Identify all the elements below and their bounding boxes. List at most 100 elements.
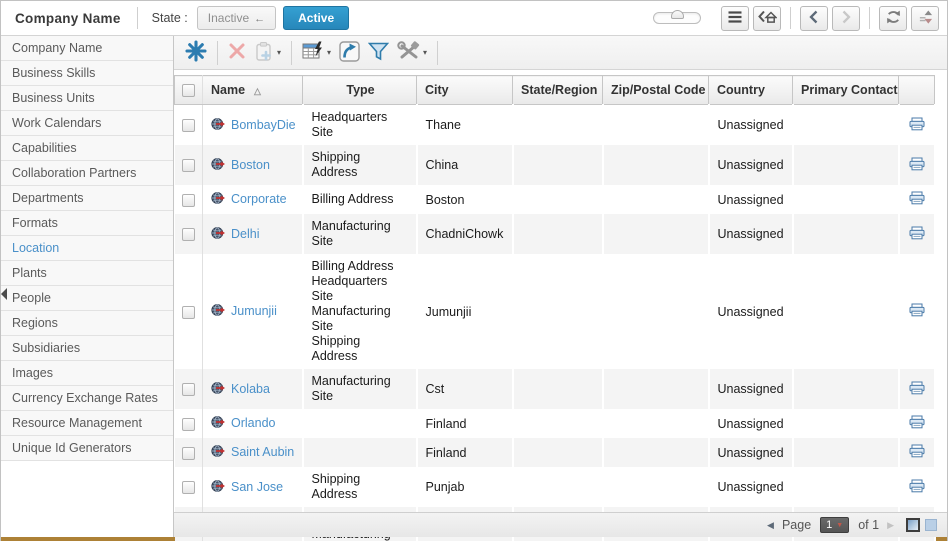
sidebar-item-business-skills[interactable]: Business Skills [1,61,173,86]
sidebar-item-currency-exchange-rates[interactable]: Currency Exchange Rates [1,386,173,411]
back-button[interactable] [800,6,828,31]
home-button[interactable] [753,6,781,31]
page-number-dropdown[interactable]: 1▼ [820,517,849,533]
sidebar-item-formats[interactable]: Formats [1,211,173,236]
print-icon[interactable] [909,194,925,208]
current-page-value: 1 [826,519,832,531]
location-name-link[interactable]: Orlando [231,416,275,430]
row-checkbox[interactable] [182,306,195,319]
country-cell: Unassigned [709,214,793,254]
sidebar-item-resource-management[interactable]: Resource Management [1,411,173,436]
location-globe-icon [211,194,225,208]
location-name-link[interactable]: San Jose [231,480,283,494]
print-icon[interactable] [909,160,925,174]
sidebar-item-regions[interactable]: Regions [1,311,173,336]
sidebar-item-subsidiaries[interactable]: Subsidiaries [1,336,173,361]
state-label: State : [152,11,188,25]
delete-x-icon [228,42,246,63]
slider-knob-icon[interactable] [671,10,684,19]
location-name-link[interactable]: Kolaba [231,382,270,396]
location-name-link[interactable]: Boston [231,158,270,172]
sidebar-item-business-units[interactable]: Business Units [1,86,173,111]
sidebar-item-people[interactable]: People [1,286,173,311]
delete-button[interactable] [224,39,250,66]
location-name-link[interactable]: Jumunjii [231,304,277,318]
city-cell: Finland [417,438,513,467]
sidebar-item-unique-id-generators[interactable]: Unique Id Generators [1,436,173,461]
primary-contact-cell [793,369,899,409]
column-header-name[interactable]: Name△ [203,76,303,105]
print-icon[interactable] [909,229,925,243]
column-header-country[interactable]: Country [709,76,793,105]
row-checkbox[interactable] [182,194,195,207]
column-header-city[interactable]: City [417,76,513,105]
column-header-primary-contact[interactable]: Primary Contact [793,76,899,105]
state-region-cell [513,214,603,254]
curved-arrow-icon [339,41,360,65]
pagination-bar: ◀ Page 1▼ of 1 ▶ [174,512,947,537]
table-adjust-button[interactable] [911,6,939,31]
table-toolbar: ▾ ▾ ▾ [174,36,947,70]
location-name-link[interactable]: BombayDie [231,118,296,132]
sidebar-collapse-handle[interactable] [1,288,7,300]
sidebar-item-work-calendars[interactable]: Work Calendars [1,111,173,136]
forward-button[interactable] [832,6,860,31]
refresh-button[interactable] [879,6,907,31]
column-header-state-region[interactable]: State/Region [513,76,603,105]
paste-add-button[interactable]: ▾ [250,38,285,68]
zip-postal-code-cell [603,145,709,185]
table-row: Corporate Billing Address Boston Unassig… [175,185,935,214]
column-header-zip-postal-code[interactable]: Zip/Postal Code [603,76,709,105]
print-icon[interactable] [909,447,925,461]
location-name-link[interactable]: Corporate [231,192,287,206]
row-checkbox[interactable] [182,228,195,241]
filter-button[interactable] [364,39,393,67]
sidebar-item-departments[interactable]: Departments [1,186,173,211]
row-checkbox[interactable] [182,447,195,460]
menu-button[interactable] [721,6,749,31]
row-checkbox[interactable] [182,418,195,431]
sidebar-item-collaboration-partners[interactable]: Collaboration Partners [1,161,173,186]
sidebar-item-plants[interactable]: Plants [1,261,173,286]
column-header-label: Name [211,83,245,97]
state-active-button[interactable]: Active [283,6,349,30]
print-icon[interactable] [909,384,925,398]
type-cell [303,409,417,438]
nav-divider [790,7,791,29]
sidebar-item-capabilities[interactable]: Capabilities [1,136,173,161]
mass-update-button[interactable]: ▾ [298,38,335,67]
sidebar-item-label: Images [12,366,53,380]
single-page-view-icon[interactable] [906,518,920,532]
row-checkbox[interactable] [182,481,195,494]
row-checkbox[interactable] [182,119,195,132]
next-page-arrow-icon[interactable]: ▶ [887,520,894,531]
city-cell: Thane [417,105,513,146]
state-inactive-button[interactable]: Inactive← [197,6,276,30]
open-navigate-button[interactable] [335,38,364,68]
multi-page-view-icon[interactable] [925,519,937,531]
location-name-link[interactable]: Delhi [231,227,260,241]
print-icon[interactable] [909,418,925,432]
print-icon[interactable] [909,306,925,320]
asterisk-create-icon [185,40,207,65]
select-all-checkbox[interactable] [182,84,195,97]
row-checkbox[interactable] [182,383,195,396]
page-count-label: of 1 [858,518,879,532]
print-icon[interactable] [909,120,925,134]
primary-contact-cell [793,145,899,185]
tools-button[interactable]: ▾ [393,38,431,67]
home-icon [757,9,777,27]
row-checkbox[interactable] [182,159,195,172]
country-cell: Unassigned [709,438,793,467]
sidebar-item-location[interactable]: Location [1,236,173,261]
location-name-link[interactable]: Saint Aubin [231,445,294,459]
zoom-slider[interactable] [653,12,701,24]
hamburger-icon [727,10,743,27]
prev-page-arrow-icon[interactable]: ◀ [767,520,774,531]
create-button[interactable] [181,37,211,68]
sidebar-item-company-name[interactable]: Company Name [1,36,173,61]
sidebar-item-images[interactable]: Images [1,361,173,386]
column-header-type[interactable]: Type [303,76,417,105]
city-cell: China [417,145,513,185]
print-icon[interactable] [909,482,925,496]
